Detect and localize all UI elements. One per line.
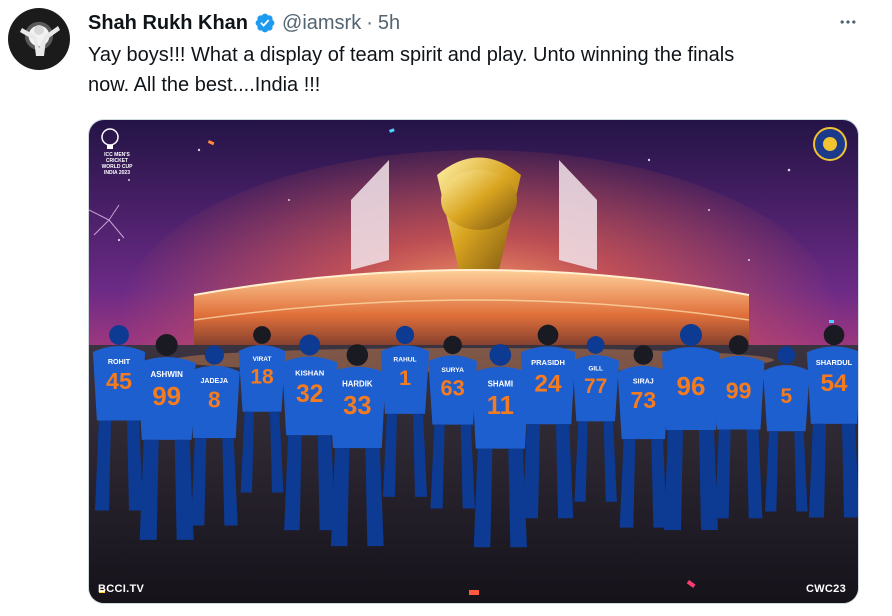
more-options-button[interactable] <box>834 8 862 36</box>
player-number-label: 32 <box>296 381 323 408</box>
watermark-bcci-tv: BCCI.TV <box>98 583 145 595</box>
player-head <box>253 326 271 344</box>
player-head <box>109 325 129 345</box>
player-name-label: VIRAT <box>253 356 272 363</box>
player-number-label: 5 <box>781 385 793 408</box>
cwc-logo-text: ICC MEN'S CRICKET WORLD CUP INDIA 2023 <box>101 152 133 176</box>
player-number-label: 45 <box>106 368 132 394</box>
player-number-label: 99 <box>152 381 181 411</box>
player-name-label: ASHWIN <box>150 370 183 379</box>
tweet-header: Shah Rukh Khan @iamsrk · 5h <box>88 10 400 36</box>
bcci-emblem-icon <box>813 127 847 161</box>
player-head <box>443 335 462 355</box>
more-dots-icon <box>840 20 856 24</box>
player-number-label: 33 <box>343 392 371 420</box>
player-number-label: 73 <box>631 387 657 413</box>
player-number-label: 63 <box>441 375 465 400</box>
player-number-label: 24 <box>534 370 562 397</box>
tweet-media-image[interactable]: ROHIT 45 ASHWIN 99 JADEJA 8 VIRAT 18 KISHAN 32 HAR… <box>88 119 859 604</box>
team-poster-illustration: ROHIT 45 ASHWIN 99 JADEJA8 VIRAT 18 KISHAN 32 HAR… <box>89 120 858 603</box>
player-head <box>537 324 559 346</box>
player-name-label: KISHAN <box>295 368 324 377</box>
player-number-label: 96 <box>677 371 706 401</box>
player-name-label: ROHIT <box>108 357 131 366</box>
player-head <box>346 344 369 366</box>
player-name-label: HARDIK <box>342 379 373 388</box>
world-cup-trophy-icon <box>101 128 119 149</box>
verified-badge-icon <box>254 12 276 34</box>
player-name-label: JADEJA <box>201 378 229 385</box>
player-head <box>489 344 512 366</box>
player-head <box>204 345 224 365</box>
tweet-timestamp[interactable]: 5h <box>378 12 400 35</box>
player-name-label: SIRAJ <box>633 377 654 385</box>
player-number-label: 11 <box>487 392 514 420</box>
player-number-label: 99 <box>726 377 752 403</box>
player-head <box>777 346 796 364</box>
player-name-label: GILL <box>588 366 603 373</box>
player-head <box>299 334 321 356</box>
player-name-label: SURYA <box>441 367 464 374</box>
player-number-label: 1 <box>399 365 411 390</box>
player-number-label: 18 <box>250 365 274 388</box>
player-head <box>633 345 654 365</box>
player-name-label: SHAMI <box>488 380 513 389</box>
player-name-label: SHARDUL <box>816 358 853 367</box>
author-handle[interactable]: @iamsrk <box>282 12 361 35</box>
player-head <box>586 336 605 354</box>
cwc-logo: ICC MEN'S CRICKET WORLD CUP INDIA 2023 <box>97 126 137 176</box>
player-name-label: PRASIDH <box>531 358 565 367</box>
player-head <box>680 324 702 346</box>
player-name-label: RAHUL <box>393 357 416 364</box>
player-head <box>823 324 845 346</box>
player-head <box>395 325 415 345</box>
author-avatar[interactable] <box>8 8 70 70</box>
author-name[interactable]: Shah Rukh Khan <box>88 12 248 35</box>
tweet-card: Shah Rukh Khan @iamsrk · 5h Yay boys!!! … <box>0 0 892 616</box>
player-number-label: 77 <box>584 375 607 398</box>
watermark-cwc23: CWC23 <box>805 583 846 595</box>
avatar-figure-icon <box>20 25 60 56</box>
player-head <box>728 335 749 355</box>
player-head <box>155 334 178 356</box>
player-number-label: 54 <box>820 370 848 397</box>
header-separator: · <box>366 11 373 34</box>
tweet-text: Yay boys!!! What a display of team spiri… <box>88 44 735 96</box>
player-number-label: 8 <box>208 386 221 412</box>
